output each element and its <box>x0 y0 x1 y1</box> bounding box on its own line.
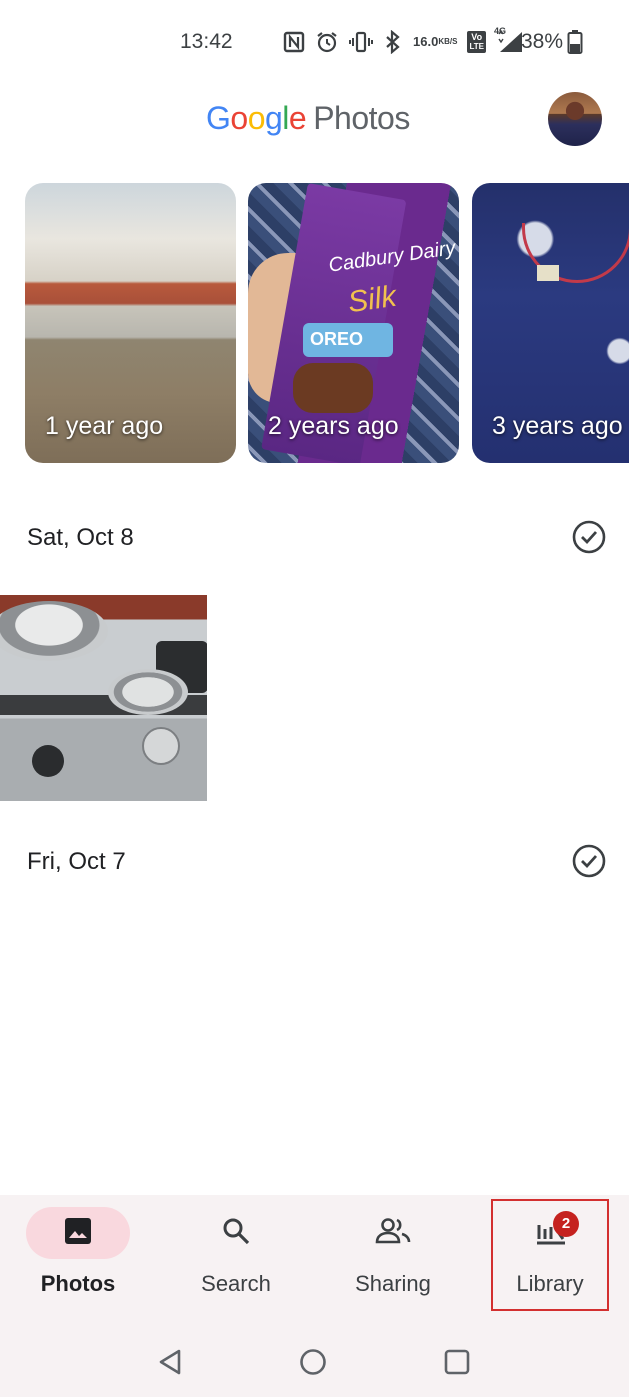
date-header: Sat, Oct 8 <box>0 508 629 568</box>
alarm-icon <box>315 30 339 54</box>
nav-sharing[interactable]: Sharing <box>328 1207 458 1311</box>
photo-chocolate <box>293 363 373 413</box>
photo-text: OREO <box>310 329 364 349</box>
image-icon <box>62 1215 94 1252</box>
net-speed-unit: KB/S <box>438 37 458 46</box>
logo-letter: o <box>247 100 266 136</box>
photo-tag <box>537 265 559 281</box>
memory-label: 1 year ago <box>45 412 164 440</box>
bluetooth-icon <box>383 30 403 54</box>
google-photos-logo: Google Photos <box>206 100 410 137</box>
nav-library-label: Library <box>516 1271 584 1296</box>
photo-text: Silk <box>345 279 399 320</box>
date-header: Fri, Oct 7 <box>0 832 629 892</box>
bottom-navigation: Photos Search Sharing 2 Library <box>0 1195 629 1325</box>
memory-label: 3 years ago <box>492 412 623 440</box>
memories-carousel[interactable]: 1 year ago Cadbury Dairy Milk Silk OREO … <box>0 183 629 465</box>
photo-knob <box>32 745 64 777</box>
nav-photos-pill <box>26 1207 130 1259</box>
nav-search[interactable]: Search <box>172 1207 300 1311</box>
select-all-check-icon[interactable] <box>572 520 606 554</box>
nfc-icon <box>283 31 305 53</box>
date-label: Sat, Oct 8 <box>27 524 134 551</box>
people-icon <box>374 1215 412 1252</box>
status-bar: 13:42 16.0 KB/S Vo LTE 4G 38% <box>0 0 629 84</box>
status-icons: 16.0 KB/S Vo LTE 4G <box>283 26 524 55</box>
memory-card[interactable]: 3 years ago <box>472 183 629 463</box>
battery-percent: 38% <box>521 30 564 53</box>
logo-letter: e <box>288 100 307 136</box>
volte-bottom: LTE <box>469 42 484 51</box>
search-icon <box>220 1215 252 1252</box>
volte-icon: Vo LTE <box>467 31 486 53</box>
logo-letter: g <box>264 100 283 136</box>
signal-icon: 4G <box>494 26 524 54</box>
net-speed: 16.0 KB/S <box>413 34 458 49</box>
logo-suffix: Photos <box>313 100 410 136</box>
nav-sharing-label: Sharing <box>355 1271 431 1296</box>
back-icon[interactable] <box>155 1347 185 1377</box>
nav-search-pill <box>184 1207 288 1259</box>
nav-library[interactable]: 2 Library <box>491 1199 609 1311</box>
logo-letter: G <box>206 100 231 136</box>
nav-photos-label: Photos <box>40 1271 116 1296</box>
logo-letter: l <box>282 100 289 136</box>
photo-thumbnail[interactable] <box>0 595 207 801</box>
system-navigation-bar <box>0 1325 629 1397</box>
photo-pan <box>0 601 108 661</box>
nav-sharing-pill <box>341 1207 445 1259</box>
vibrate-icon <box>349 30 373 54</box>
status-time: 13:42 <box>180 30 233 53</box>
date-label: Fri, Oct 7 <box>27 848 126 875</box>
nav-search-label: Search <box>201 1271 271 1296</box>
battery-icon <box>567 30 583 59</box>
nav-library-pill <box>499 1207 603 1259</box>
notification-badge: 2 <box>553 1211 579 1237</box>
photo-pan <box>108 669 188 715</box>
photo-knob <box>142 727 180 765</box>
nav-photos[interactable]: Photos <box>26 1207 156 1311</box>
volte-top: Vo <box>471 32 483 42</box>
memory-card[interactable]: Cadbury Dairy Milk Silk OREO 2 years ago <box>248 183 459 463</box>
logo-letter: o <box>230 100 248 136</box>
select-all-check-icon[interactable] <box>572 844 606 878</box>
network-type: 4G <box>493 26 506 36</box>
memory-card[interactable]: 1 year ago <box>25 183 236 463</box>
recents-icon[interactable] <box>442 1347 472 1377</box>
home-icon[interactable] <box>298 1347 328 1377</box>
memory-label: 2 years ago <box>268 412 399 440</box>
account-avatar[interactable] <box>548 92 602 146</box>
app-header: Google Photos <box>0 84 629 164</box>
net-speed-value: 16.0 <box>413 34 439 49</box>
